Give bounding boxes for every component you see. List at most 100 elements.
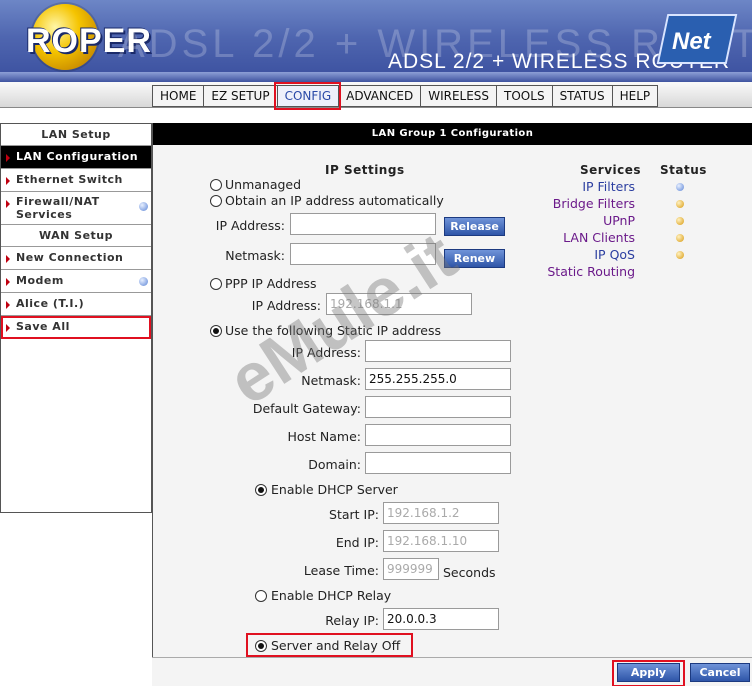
top-nav: HOME EZ SETUP CONFIG ADVANCED WIRELESS T… [0,82,752,110]
arrow-right-icon [6,200,10,208]
dhcp-relay-radio[interactable] [255,590,267,602]
tab-ez-setup[interactable]: EZ SETUP [203,85,277,107]
auto-ip-address-label: IP Address: [215,218,285,233]
status-amber-icon [676,234,684,242]
service-upnp[interactable]: UPnP [523,213,635,228]
tab-advanced[interactable]: ADVANCED [338,85,421,107]
flynet-logo: Net [652,8,742,70]
arrow-right-icon [6,255,10,263]
lease-time-unit: Seconds [443,565,496,580]
ppp-ip-address-field[interactable]: 192.168.1.1 [326,293,472,315]
expand-bullet-icon[interactable] [139,202,148,211]
static-netmask-label: Netmask: [301,373,361,388]
auto-netmask-label: Netmask: [225,248,285,263]
nav-tabs: HOME EZ SETUP CONFIG ADVANCED WIRELESS T… [152,82,659,110]
sidebar-header-lan: LAN Setup [1,124,151,146]
service-ip-qos[interactable]: IP QoS [523,247,635,262]
status-header: Status [660,163,707,177]
sidebar-item-lan-configuration[interactable]: LAN Configuration [1,146,151,169]
static-ip-label: Use the following Static IP address [225,323,442,338]
ppp-ip-radio[interactable] [210,278,222,290]
service-static-routing[interactable]: Static Routing [523,264,635,279]
static-netmask-field[interactable]: 255.255.255.0 [365,368,511,390]
sidebar-item-modem[interactable]: Modem [1,270,151,293]
arrow-right-icon [6,301,10,309]
apply-button[interactable]: Apply [617,663,680,682]
auto-netmask-field[interactable] [290,243,436,265]
arrow-right-icon [6,177,10,185]
tab-home[interactable]: HOME [152,85,204,107]
lan-config-form: IP Settings Unmanaged Obtain an IP addre… [153,145,752,657]
footer-bar: Apply Cancel [152,657,752,686]
services-header: Services [580,163,642,177]
dhcp-server-radio[interactable] [255,484,267,496]
banner-stripe [0,72,752,82]
sidebar-item-label: New Connection [16,251,124,264]
domain-field[interactable] [365,452,511,474]
header-banner: ROPER ADSL 2/2 + WIRELESS ROUTER ADSL 2/… [0,0,752,82]
sidebar-header-wan: WAN Setup [1,225,151,247]
obtain-auto-label: Obtain an IP address automatically [225,193,444,208]
sidebar-item-new-connection[interactable]: New Connection [1,247,151,270]
expand-bullet-icon[interactable] [139,277,148,286]
sidebar-item-ethernet-switch[interactable]: Ethernet Switch [1,169,151,192]
arrow-right-icon [6,324,10,332]
default-gateway-label: Default Gateway: [252,401,361,416]
sidebar-item-label: Alice (T.I.) [16,297,85,310]
status-amber-icon [676,217,684,225]
tab-wireless[interactable]: WIRELESS [420,85,497,107]
server-relay-off-radio[interactable] [255,640,267,652]
dhcp-server-label: Enable DHCP Server [271,482,398,497]
sidebar-item-firewall-nat[interactable]: Firewall/NAT Services [1,192,151,225]
status-amber-icon [676,200,684,208]
sidebar-item-save-all[interactable]: Save All [1,316,151,339]
static-ip-address-label: IP Address: [291,345,361,360]
server-relay-off-label: Server and Relay Off [271,638,401,653]
domain-label: Domain: [308,457,361,472]
sidebar: LAN Setup LAN Configuration Ethernet Swi… [0,123,152,513]
page-title: LAN Group 1 Configuration [153,123,752,145]
unmanaged-label: Unmanaged [225,177,302,192]
tab-help[interactable]: HELP [611,85,659,107]
lease-time-label: Lease Time: [303,563,379,578]
flynet-logo-text: Net [672,28,711,55]
host-name-label: Host Name: [287,429,361,444]
arrow-right-icon [6,154,10,162]
end-ip-label: End IP: [335,535,379,550]
auto-ip-address-field[interactable] [290,213,436,235]
obtain-auto-radio[interactable] [210,195,222,207]
end-ip-field[interactable]: 192.168.1.10 [383,530,499,552]
sidebar-item-alice[interactable]: Alice (T.I.) [1,293,151,316]
start-ip-label: Start IP: [329,507,379,522]
status-amber-icon [676,251,684,259]
service-ip-filters[interactable]: IP Filters [523,179,635,194]
arrow-right-icon [6,278,10,286]
start-ip-field[interactable]: 192.168.1.2 [383,502,499,524]
default-gateway-field[interactable] [365,396,511,418]
static-ip-address-field[interactable] [365,340,511,362]
lease-time-field[interactable]: 999999 [383,558,439,580]
sidebar-item-label: Firewall/NAT Services [16,195,100,221]
ppp-ip-label: PPP IP Address [225,276,317,291]
unmanaged-radio[interactable] [210,179,222,191]
sidebar-item-label: Modem [16,274,64,287]
relay-ip-field[interactable]: 20.0.0.3 [383,608,499,630]
release-button[interactable]: Release [444,217,505,236]
tab-status[interactable]: STATUS [551,85,612,107]
dhcp-relay-label: Enable DHCP Relay [271,588,392,603]
relay-ip-label: Relay IP: [325,613,379,628]
main-panel: LAN Group 1 Configuration IP Settings Un… [152,123,752,686]
sidebar-item-label: LAN Configuration [16,150,139,163]
sidebar-item-label: Ethernet Switch [16,173,123,186]
renew-button[interactable]: Renew [444,249,505,268]
ppp-ip-address-label: IP Address: [251,298,321,313]
sidebar-item-label: Save All [16,320,70,333]
static-ip-radio[interactable] [210,325,222,337]
cancel-button[interactable]: Cancel [690,663,750,682]
status-blue-icon [676,183,684,191]
tab-config[interactable]: CONFIG [273,82,342,110]
service-lan-clients[interactable]: LAN Clients [523,230,635,245]
tab-tools[interactable]: TOOLS [496,85,552,107]
service-bridge-filters[interactable]: Bridge Filters [523,196,635,211]
host-name-field[interactable] [365,424,511,446]
